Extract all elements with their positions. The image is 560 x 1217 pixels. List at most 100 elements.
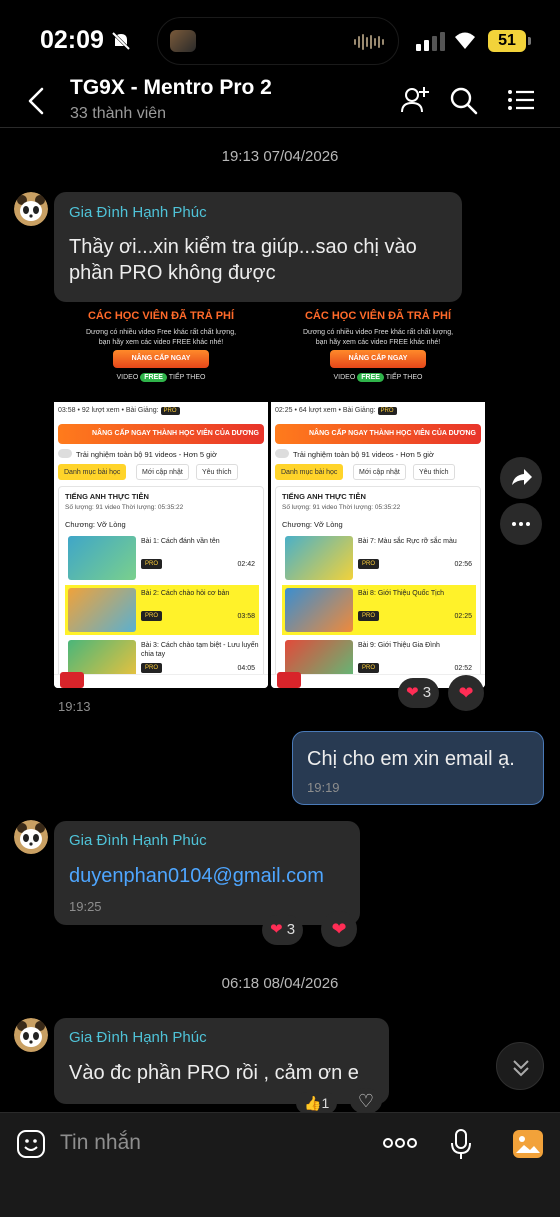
heart-icon: ❤	[406, 684, 419, 701]
chapter-title: Chương: Vỡ Lòng	[65, 520, 126, 529]
avatar[interactable]	[14, 820, 48, 854]
sound-icon	[60, 672, 84, 688]
paywall-subtext-line: bạn hãy xem các video FREE khác nhé!	[315, 339, 441, 346]
free-badge: FREE	[140, 373, 167, 382]
forward-button[interactable]	[500, 457, 542, 499]
course-card: TIẾNG ANH THỰC TIỄN Số lượng: 91 video T…	[58, 486, 264, 686]
trial-toggle	[58, 449, 72, 458]
react-button[interactable]: ❤	[321, 911, 357, 947]
message-input[interactable]: Tin nhắn	[60, 1131, 141, 1155]
lesson-title: Bài 7: Màu sắc Rực rỡ sắc màu	[358, 538, 457, 545]
lesson-title: Bài 2: Cách chào hỏi cơ bản	[141, 590, 230, 597]
bell-muted-icon	[111, 31, 131, 51]
next-label: TIẾP THEO	[168, 374, 206, 381]
sender-name[interactable]: Gia Đình Hạnh Phúc	[69, 204, 207, 221]
message-time: 19:25	[69, 899, 102, 914]
lesson-title: Bài 9: Giới Thiệu Gia Đình	[358, 642, 440, 649]
pro-badge: PRO	[141, 559, 163, 569]
pro-badge: PRO	[141, 611, 163, 621]
paywall-headline: CÁC HỌC VIÊN ĐÃ TRẢ PHÍ	[87, 310, 235, 322]
message-bubble[interactable]: Gia Đình Hạnh Phúc Thầy ơi...xin kiểm tr…	[54, 192, 462, 302]
sound-icon	[277, 672, 301, 688]
date-separator: 06:18 08/04/2026	[221, 975, 339, 992]
message-text: Vào đc phần PRO rồi , cảm ơn e	[69, 1062, 359, 1084]
search-icon[interactable]	[448, 85, 478, 115]
pro-badge: PRO	[160, 407, 180, 415]
image-attachment[interactable]: CÁC HỌC VIÊN ĐÃ TRẢ PHÍ Dương có nhiều v…	[271, 302, 485, 688]
lesson-title: Bài 1: Cách đánh vần tên	[141, 538, 220, 545]
react-button[interactable]: ♡	[350, 1088, 382, 1114]
video-label: VIDEO	[333, 374, 356, 381]
lesson-item: Bài 8: Giới Thiệu Quốc Tịch PRO 02:25	[282, 585, 476, 635]
lesson-title: Bài 3: Cách chào tạm biệt - Lưu luyến ch…	[141, 642, 259, 658]
image-attachment[interactable]: CÁC HỌC VIÊN ĐÃ TRẢ PHÍ Dương có nhiều v…	[54, 302, 268, 688]
battery-level: 51	[488, 30, 526, 52]
reaction-summary[interactable]: ❤ 3	[398, 678, 440, 708]
message-bubble[interactable]: Gia Đình Hạnh Phúc Vào đc phần PRO rồi ,…	[54, 1018, 389, 1104]
video-label: VIDEO	[116, 374, 139, 381]
upgrade-now-button: NÂNG CẤP NGAY	[113, 350, 209, 368]
microphone-icon[interactable]	[450, 1128, 472, 1160]
message-composer: Tin nhắn	[0, 1112, 560, 1217]
lesson-duration: 02:25	[454, 613, 472, 620]
sender-name[interactable]: Gia Đình Hạnh Phúc	[69, 832, 207, 849]
reaction-summary[interactable]: 👍1	[296, 1092, 338, 1114]
member-count[interactable]: 33 thành viên	[70, 105, 166, 123]
reaction-count: 3	[286, 921, 296, 938]
reaction-count: 1	[321, 1095, 330, 1111]
course-title: TIẾNG ANH THỰC TIỄN	[65, 492, 149, 501]
paywall-header: CÁC HỌC VIÊN ĐÃ TRẢ PHÍ Dương có nhiều v…	[54, 302, 268, 400]
tab-lesson-catalog: Danh mục bài học	[275, 464, 344, 480]
add-member-icon[interactable]	[400, 85, 430, 115]
image-gallery-icon[interactable]	[512, 1129, 544, 1159]
course-page: 03:58 • 92 lượt xem • Bài Giảng: PRO NÂN…	[54, 402, 268, 688]
lesson-thumbnail	[285, 536, 353, 580]
lesson-thumbnail	[68, 588, 136, 632]
dynamic-island[interactable]	[157, 17, 399, 65]
more-options-icon[interactable]	[382, 1133, 418, 1153]
tab-lesson-catalog: Danh mục bài học	[58, 464, 127, 480]
panda-avatar-icon	[14, 192, 48, 226]
react-button[interactable]: ❤	[448, 675, 484, 711]
course-meta: Số lượng: 91 video Thời lượng: 05:35:22	[282, 504, 401, 511]
sender-name[interactable]: Gia Đình Hạnh Phúc	[69, 1029, 207, 1046]
video-stats-text: 03:58 • 92 lượt xem • Bài Giảng:	[58, 407, 159, 414]
pro-badge: PRO	[358, 559, 380, 569]
chapter-title: Chương: Vỡ Lòng	[282, 520, 343, 529]
message-text: Thầy ơi...xin kiểm tra giúp...sao chị và…	[69, 236, 417, 284]
video-stats-text: 02:25 • 64 lượt xem • Bài Giảng:	[275, 407, 376, 414]
email-link[interactable]: duyenphan0104@gmail.com	[69, 863, 324, 889]
lesson-title: Bài 8: Giới Thiệu Quốc Tịch	[358, 590, 445, 597]
lesson-thumbnail	[68, 536, 136, 580]
trial-text: Trải nghiệm toàn bộ 91 videos - Hơn 5 gi…	[76, 450, 217, 459]
avatar[interactable]	[14, 1018, 48, 1052]
avatar[interactable]	[14, 192, 48, 226]
free-video-next: VIDEO FREE TIẾP THEO	[271, 373, 485, 382]
menu-list-icon[interactable]	[506, 85, 536, 115]
outgoing-message-bubble[interactable]: Chị cho em xin email ạ. 19:19	[292, 731, 544, 805]
panda-avatar-icon	[14, 820, 48, 854]
share-arrow-icon	[512, 469, 532, 485]
message-time: 19:19	[307, 780, 340, 795]
more-options-button[interactable]	[500, 503, 542, 545]
scroll-to-bottom-button[interactable]	[496, 1042, 544, 1090]
sticker-icon[interactable]	[16, 1129, 46, 1159]
cellular-signal-icon	[416, 32, 445, 51]
tab-recently-updated: Mới cập nhật	[136, 464, 189, 480]
free-badge: FREE	[357, 373, 384, 382]
group-title[interactable]: TG9X - Mentro Pro 2	[70, 76, 272, 100]
reaction-summary[interactable]: ❤ 3	[262, 915, 304, 945]
tab-recently-updated: Mới cập nhật	[353, 464, 406, 480]
panda-avatar-icon	[14, 1018, 48, 1052]
message-text: Chị cho em xin email ạ.	[307, 748, 515, 770]
message-bubble[interactable]: Gia Đình Hạnh Phúc duyenphan0104@gmail.c…	[54, 821, 360, 925]
heart-outline-icon: ♡	[357, 1091, 375, 1111]
course-card: TIẾNG ANH THỰC TIỄN Số lượng: 91 video T…	[275, 486, 481, 686]
lesson-duration: 04:05	[237, 665, 255, 672]
back-icon[interactable]	[24, 86, 48, 116]
upgrade-banner: NÂNG CẤP NGAY THÀNH HỌC VIÊN CỦA DƯƠNG	[275, 424, 481, 444]
heart-icon: ❤	[458, 683, 474, 703]
heart-icon: ❤	[270, 921, 283, 938]
paywall-subtext-line: Dương có nhiều video Free khác rất chất …	[302, 329, 454, 336]
battery-tip	[528, 37, 531, 45]
